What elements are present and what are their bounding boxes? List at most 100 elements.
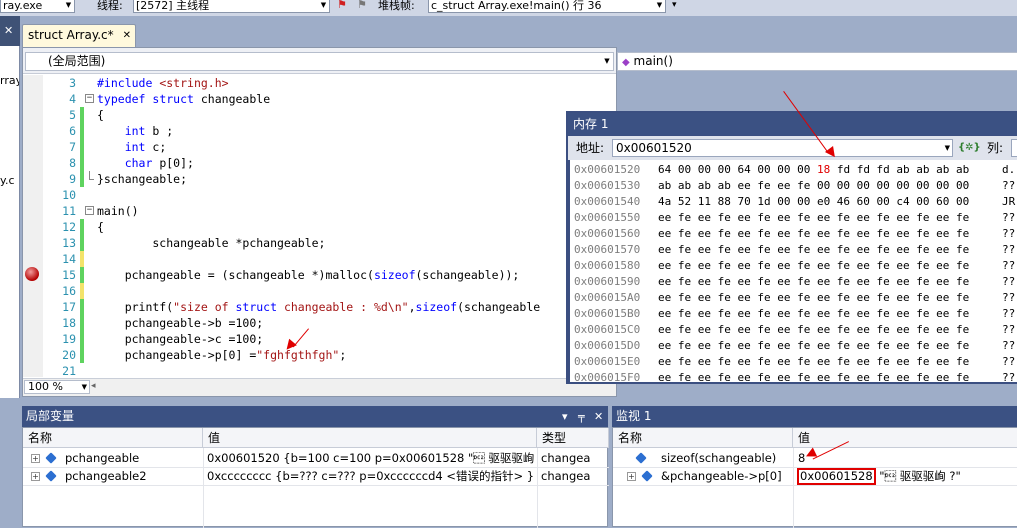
memory-bytes: ee fe ee fe ee fe ee fe ee fe ee fe ee f… [658,323,970,336]
line-number: 3 [69,76,76,90]
line-number: 17 [62,300,76,314]
memory-row-bytes: ee fe ee fe ee fe ee fe ee fe ee fe ee f… [658,322,969,338]
code-line[interactable]: 13 schangeable *pchangeable; [43,235,613,251]
locals-col-name[interactable]: 名称 [23,428,203,448]
memory-row[interactable]: 0x00601540 4a 52 11 88 70 1d 00 00 e0 46 … [574,194,1017,210]
code-line[interactable]: 8 char p[0]; [43,155,613,171]
watch-row-name: sizeof(schangeable) [661,451,777,465]
code-line[interactable]: 14 [43,251,613,267]
chevron-down-icon[interactable]: ▾ [562,406,568,427]
code-line[interactable]: 20 pchangeable->p[0] ="fghfgthfgh"; [43,347,613,363]
left-strip-item[interactable]: y.c [0,174,15,187]
indicator-margin[interactable] [23,75,43,377]
expand-icon[interactable]: + [31,472,40,481]
tab-struct-array-c[interactable]: struct Array.c* ✕ [22,24,136,47]
stack-frame-combo[interactable]: c_struct Array.exe!main() 行 36 ▼ [428,0,666,13]
memory-row-ascii: ?? [1002,243,1016,256]
address-input[interactable]: 0x00601520 ▼ [612,139,953,157]
memory-row[interactable]: 0x006015D0 ee fe ee fe ee fe ee fe ee fe … [574,338,1015,354]
watch-row[interactable]: + &pchangeable->p[0] 0x00601528 " 驱驱驱峋 … [613,468,1017,485]
locals-col-value[interactable]: 值 [203,428,537,448]
function-combo[interactable]: ◆ main() [617,52,1017,71]
toolbar-overflow-icon[interactable]: ▾ [672,0,677,10]
memory-row-bytes: ee fe ee fe ee fe ee fe ee fe ee fe ee f… [658,226,969,242]
code-line[interactable]: 19 pchangeable->c =100; [43,331,613,347]
code-line[interactable]: 9}schangeable; [43,171,613,187]
close-icon[interactable]: ✕ [594,406,603,427]
variable-icon [45,452,57,464]
code-line[interactable]: 15 pchangeable = (schangeable *)malloc(s… [43,267,613,283]
code-line[interactable]: 4− typedef struct changeable [43,91,613,107]
breakpoint-icon[interactable] [25,267,39,281]
code-line[interactable]: 11− main() [43,203,613,219]
memory-row[interactable]: 0x00601570 ee fe ee fe ee fe ee fe ee fe … [574,242,1015,258]
memory-bytes-highlight: 18 [816,163,831,176]
scope-combo[interactable]: (全局范围) ▼ [25,52,614,71]
code-line[interactable]: 3 #include <string.h> [43,75,613,91]
locals-row[interactable]: + pchangeable 0x00601520 {b=100 c=100 p=… [23,450,609,467]
code-line[interactable]: 18 pchangeable->b =100; [43,315,613,331]
watch-col-name[interactable]: 名称 [613,428,793,448]
memory-row-ascii: ?? [1002,179,1016,192]
memory-row[interactable]: 0x006015A0 ee fe ee fe ee fe ee fe ee fe … [574,290,1015,306]
code-line[interactable]: 5{ [43,107,613,123]
chevron-down-icon: ▼ [65,1,72,9]
memory-bytes: ab ab ab ab ee fe ee fe 00 00 00 00 00 0… [658,179,970,192]
thread-combo[interactable]: [2572] 主线程 ▼ [133,0,330,13]
code-line[interactable]: 7 int c; [43,139,613,155]
locals-row-value: 0xcccccccc {b=??? c=??? p=0xccccccd4 <错误… [207,469,535,483]
code-line[interactable]: 17 printf("size of struct changeable : %… [43,299,613,315]
memory-row[interactable]: 0x00601580 ee fe ee fe ee fe ee fe ee fe … [574,258,1015,274]
memory-row[interactable]: 0x006015B0 ee fe ee fe ee fe ee fe ee fe … [574,306,1015,322]
code-line[interactable]: 16 [43,283,613,299]
watch-col-value[interactable]: 值 [793,428,1017,448]
line-number: 8 [69,156,76,170]
expand-icon[interactable]: + [627,472,636,481]
code-line[interactable]: 12 { [43,219,613,235]
collapse-icon[interactable]: − [85,206,94,215]
memory-dump[interactable]: 0x00601520 64 00 00 00 64 00 00 00 18 fd … [570,160,1017,382]
scroll-left-icon[interactable]: ◂ [91,381,96,391]
memory-row-bytes: ee fe ee fe ee fe ee fe ee fe ee fe ee f… [658,370,969,382]
memory-bytes: ee fe ee fe ee fe ee fe ee fe ee fe ee f… [658,243,970,256]
memory-row[interactable]: 0x006015E0 ee fe ee fe ee fe ee fe ee fe … [574,354,1015,370]
process-combo[interactable]: ray.exe ▼ [0,0,75,13]
memory-row[interactable]: 0x00601560 ee fe ee fe ee fe ee fe ee fe … [574,226,1015,242]
code-line[interactable]: 21 [43,363,613,377]
code-line[interactable]: 6 int b ; [43,123,613,139]
change-marker [80,315,84,331]
left-strip-item[interactable]: rray [0,74,19,87]
memory-row[interactable]: 0x00601530 ab ab ab ab ee fe ee fe 00 00 … [574,178,1015,194]
line-number: 6 [69,124,76,138]
collapse-icon[interactable]: − [85,94,94,103]
line-number: 11 [62,204,76,218]
memory-row-bytes: 64 00 00 00 64 00 00 00 18 fd fd fd ab a… [658,162,969,178]
locals-col-type[interactable]: 类型 [537,428,609,448]
pin-icon[interactable]: ╤ [578,406,585,427]
locals-row[interactable]: + pchangeable2 0xcccccccc {b=??? c=??? p… [23,468,609,485]
code-line[interactable]: 10 [43,187,613,203]
close-icon[interactable]: ✕ [123,30,131,41]
watch-row-name: &pchangeable->p[0] [661,469,782,483]
memory-row[interactable]: 0x006015C0 ee fe ee fe ee fe ee fe ee fe … [574,322,1015,338]
code-text: pchangeable->c =100; [97,332,264,346]
expand-icon[interactable]: + [31,454,40,463]
close-icon[interactable]: ✕ [4,24,13,37]
flag-icon[interactable]: ⚑ [337,0,347,11]
columns-combo[interactable] [1011,139,1017,157]
code-area[interactable]: 3 #include <string.h> 4− typedef struct cha… [43,75,616,377]
watch-row-value: 8 [798,450,1013,467]
memory-row-bytes: 4a 52 11 88 70 1d 00 00 e0 46 60 00 c4 0… [658,194,969,210]
watch-row-value: 0x00601528 " 驱驱驱峋 ?" [797,468,1015,485]
zoom-combo[interactable]: 100 % ▼ [24,380,90,394]
code-text: pchangeable->p[0] ="fghfgthfgh"; [97,348,347,362]
memory-row[interactable]: 0x006015F0 ee fe ee fe ee fe ee fe ee fe … [574,370,1015,382]
thread-flag-icon[interactable]: ⚑ [357,0,367,11]
reevaluate-icon[interactable]: {✲} [958,140,981,156]
memory-row[interactable]: 0x00601520 64 00 00 00 64 00 00 00 18 fd … [574,162,1017,178]
memory-row-bytes: ee fe ee fe ee fe ee fe ee fe ee fe ee f… [658,354,969,370]
memory-row[interactable]: 0x00601590 ee fe ee fe ee fe ee fe ee fe … [574,274,1015,290]
memory-row[interactable]: 0x00601550 ee fe ee fe ee fe ee fe ee fe … [574,210,1015,226]
watch-pane-header: 监视 1 [612,406,1017,427]
editor-status-bar [23,378,616,396]
